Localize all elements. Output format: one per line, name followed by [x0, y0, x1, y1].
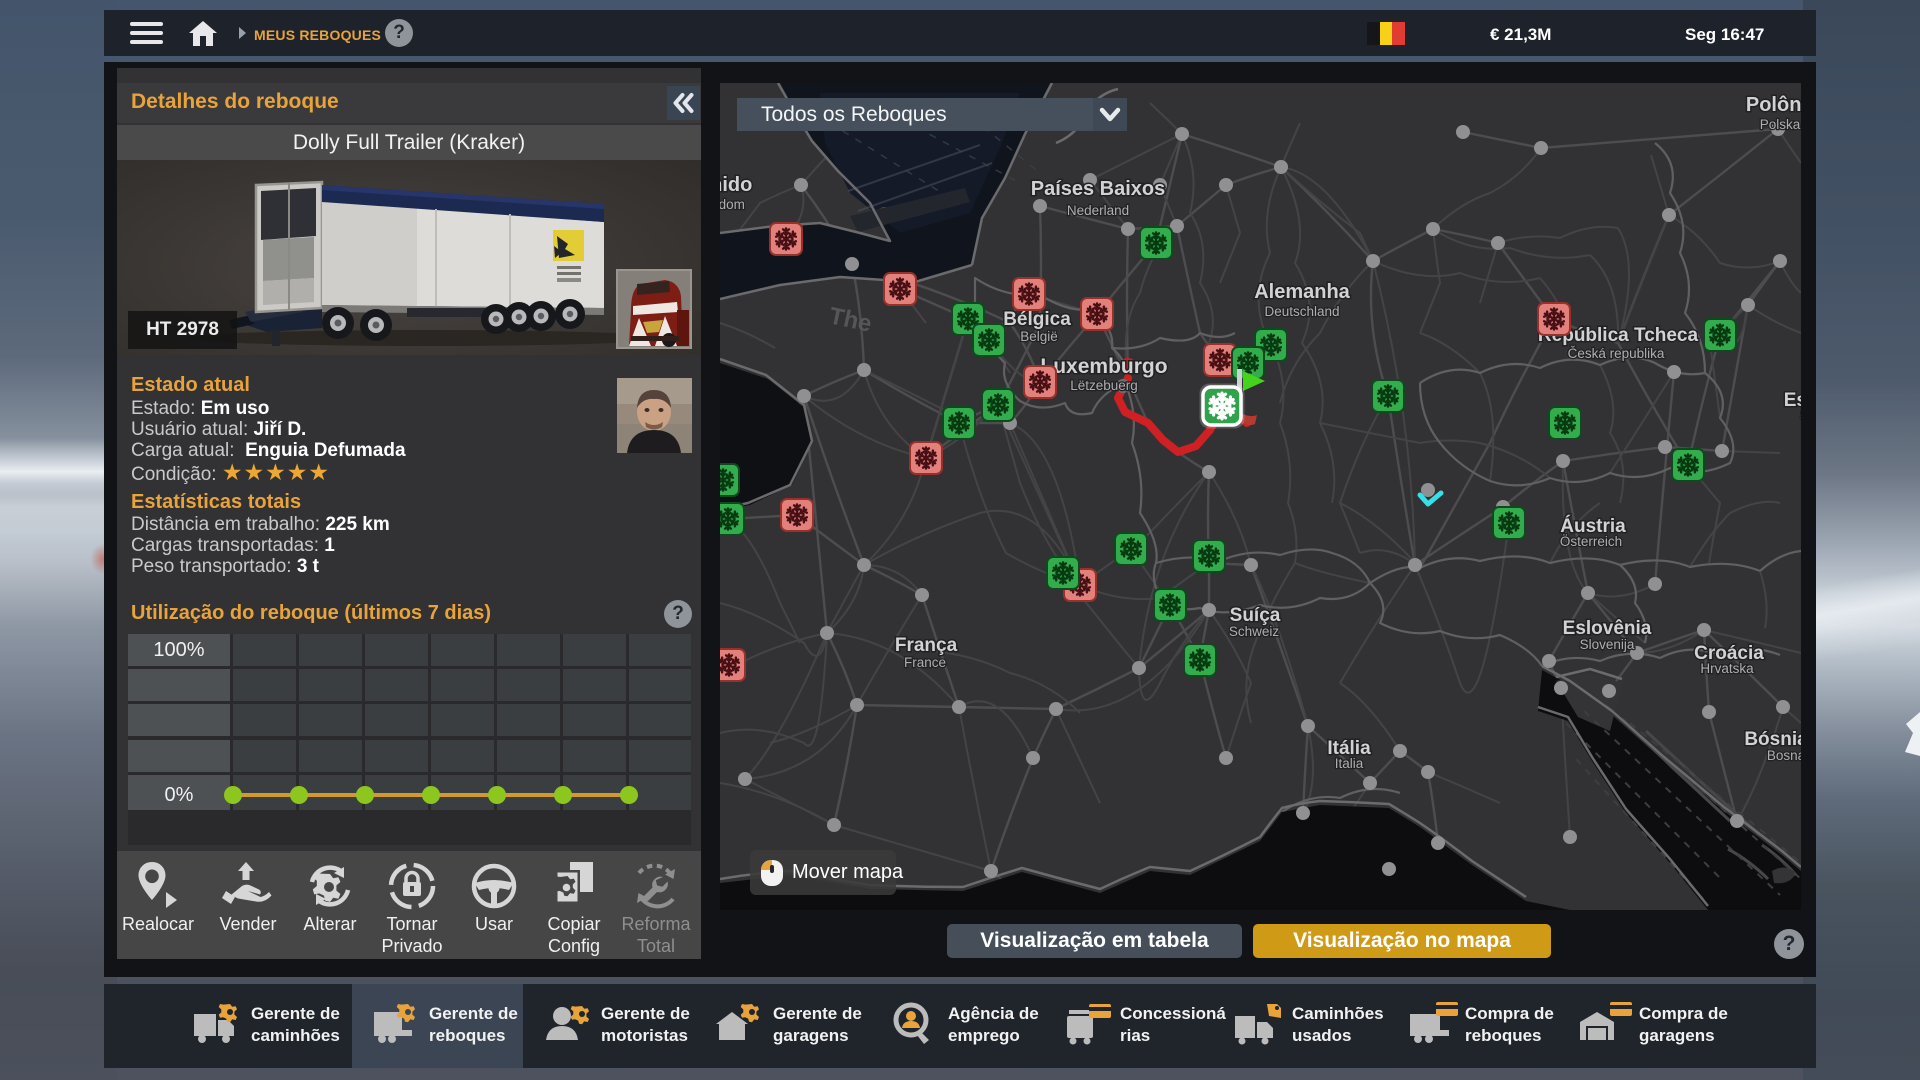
svg-text:Česká republika: Česká republika: [1568, 346, 1665, 361]
svg-text:Eslovênia: Eslovênia: [1563, 618, 1652, 639]
svg-text:Deutschland: Deutschland: [1264, 304, 1339, 319]
svg-text:Bélgica: Bélgica: [1003, 309, 1071, 330]
svg-text:Luxemburgo: Luxemburgo: [1040, 355, 1167, 378]
svg-text:België: België: [1020, 329, 1058, 344]
svg-text:Polska: Polska: [1760, 117, 1801, 132]
svg-text:Alemanha: Alemanha: [1254, 281, 1350, 303]
svg-text:França: França: [895, 635, 958, 656]
svg-text:France: France: [904, 655, 946, 670]
svg-text:Italia: Italia: [1335, 756, 1364, 771]
svg-text:Polônia: Polônia: [1746, 94, 1801, 116]
svg-text:Hrvatska: Hrvatska: [1700, 661, 1754, 676]
svg-text:Slovenija: Slovenija: [1580, 637, 1635, 652]
svg-text:Países Baixos: Países Baixos: [1031, 178, 1166, 200]
svg-text:gdom: gdom: [720, 197, 745, 212]
svg-text:Esl: Esl: [1784, 390, 1801, 411]
svg-text:Nederland: Nederland: [1067, 203, 1129, 218]
svg-text:Sl: Sl: [1800, 408, 1801, 423]
svg-text:Schweiz: Schweiz: [1229, 624, 1280, 639]
svg-text:Bosna: Bosna: [1767, 748, 1801, 763]
svg-text:Österreich: Österreich: [1560, 534, 1622, 549]
svg-text:Bósnia: Bósnia: [1744, 729, 1801, 750]
svg-text:Suíça: Suíça: [1230, 605, 1281, 626]
svg-text:Unido: Unido: [720, 174, 752, 196]
svg-text:Lëtzebuerg: Lëtzebuerg: [1070, 378, 1138, 393]
